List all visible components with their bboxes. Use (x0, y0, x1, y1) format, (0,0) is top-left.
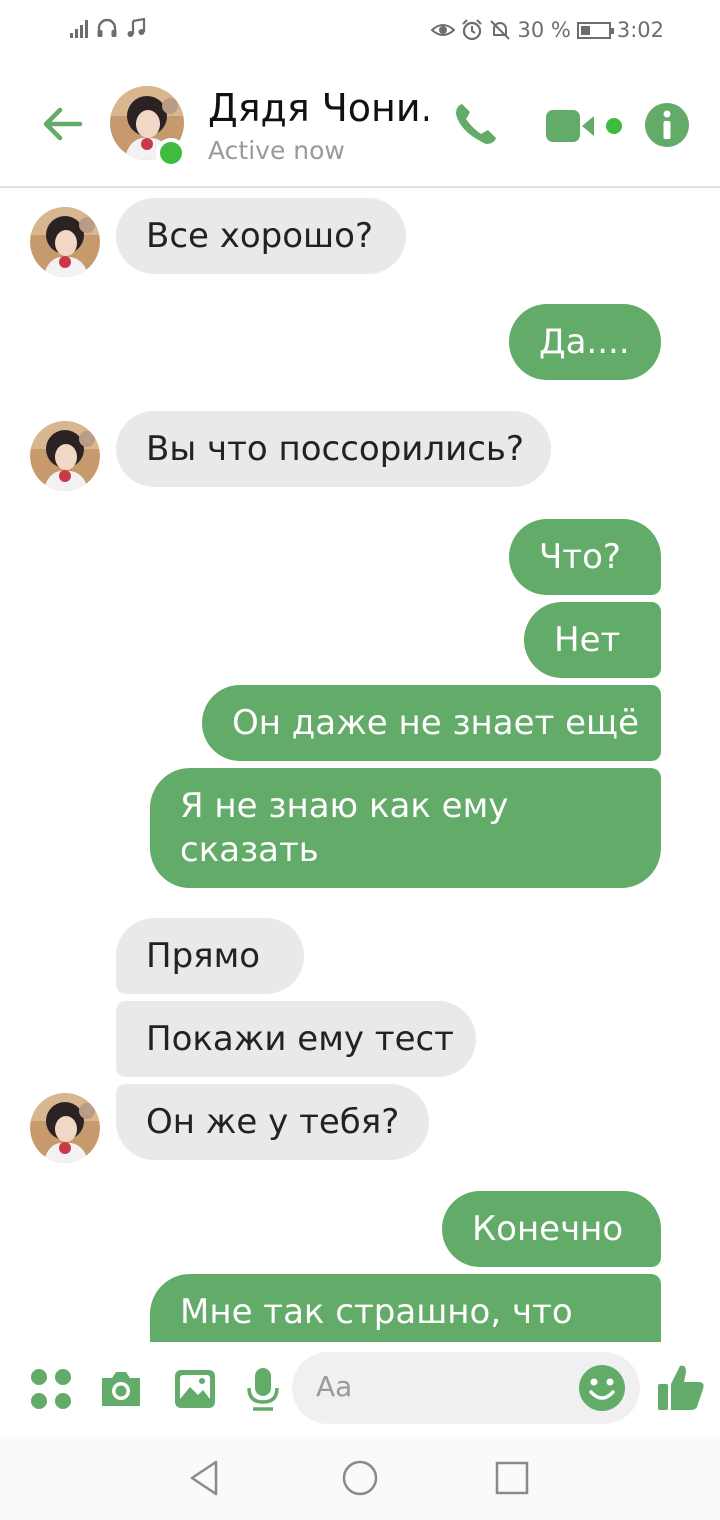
status-left (70, 18, 146, 38)
video-camera-icon[interactable] (544, 106, 626, 146)
message-outgoing[interactable]: Да.... (509, 304, 661, 380)
sender-avatar[interactable] (30, 421, 100, 491)
system-nav-bar (0, 1436, 720, 1520)
signal-icon (70, 18, 88, 38)
message-outgoing[interactable]: Я не знаю как ему сказать (150, 768, 661, 888)
mute-bell-icon (490, 20, 511, 40)
online-indicator (156, 138, 186, 168)
message-input-placeholder: Aa (316, 1370, 353, 1403)
message-thread[interactable]: Все хорошо? Да.... Вы что поссорились? Ч… (0, 190, 720, 1342)
message-incoming[interactable]: Прямо (116, 918, 304, 994)
status-bar: 30 % 3:02 (0, 0, 720, 62)
composer-bar: Aa (0, 1342, 720, 1436)
sender-avatar[interactable] (30, 207, 100, 277)
music-note-icon (127, 18, 146, 37)
thumbs-up-icon[interactable] (656, 1362, 706, 1412)
contact-name[interactable]: Дядя Чони... (208, 86, 428, 130)
gallery-icon[interactable] (172, 1366, 218, 1412)
apps-icon[interactable] (28, 1366, 74, 1412)
alarm-icon (462, 19, 483, 41)
message-outgoing[interactable]: Что? (509, 519, 661, 595)
message-incoming[interactable]: Вы что поссорились? (116, 411, 551, 487)
phone-icon[interactable] (450, 100, 500, 150)
message-outgoing[interactable]: Он даже не знает ещё (202, 685, 661, 761)
microphone-icon[interactable] (240, 1366, 286, 1412)
message-incoming[interactable]: Он же у тебя? (116, 1084, 429, 1160)
message-outgoing[interactable]: Мне так страшно, что (150, 1274, 661, 1342)
battery-icon (576, 21, 614, 39)
battery-percent: 30 % (517, 18, 571, 42)
status-right: 30 % 3:02 (431, 18, 664, 42)
message-incoming[interactable]: Все хорошо? (116, 198, 406, 274)
nav-recents-icon[interactable] (490, 1456, 534, 1500)
eye-icon (431, 24, 456, 36)
message-outgoing[interactable]: Конечно (442, 1191, 661, 1267)
emoji-icon[interactable] (578, 1364, 626, 1412)
sender-avatar[interactable] (30, 1093, 100, 1163)
clock: 3:02 (616, 18, 664, 42)
message-incoming[interactable]: Покажи ему тест (116, 1001, 476, 1077)
nav-home-icon[interactable] (338, 1456, 382, 1500)
chat-header: Дядя Чони... Active now (0, 62, 720, 188)
info-icon[interactable] (644, 102, 690, 148)
back-arrow-icon[interactable] (38, 100, 86, 148)
nav-back-icon[interactable] (184, 1456, 228, 1500)
contact-status: Active now (208, 136, 345, 165)
message-outgoing[interactable]: Нет (524, 602, 661, 678)
camera-icon[interactable] (98, 1366, 144, 1412)
message-input[interactable]: Aa (292, 1352, 640, 1424)
headphones-icon (97, 18, 117, 37)
